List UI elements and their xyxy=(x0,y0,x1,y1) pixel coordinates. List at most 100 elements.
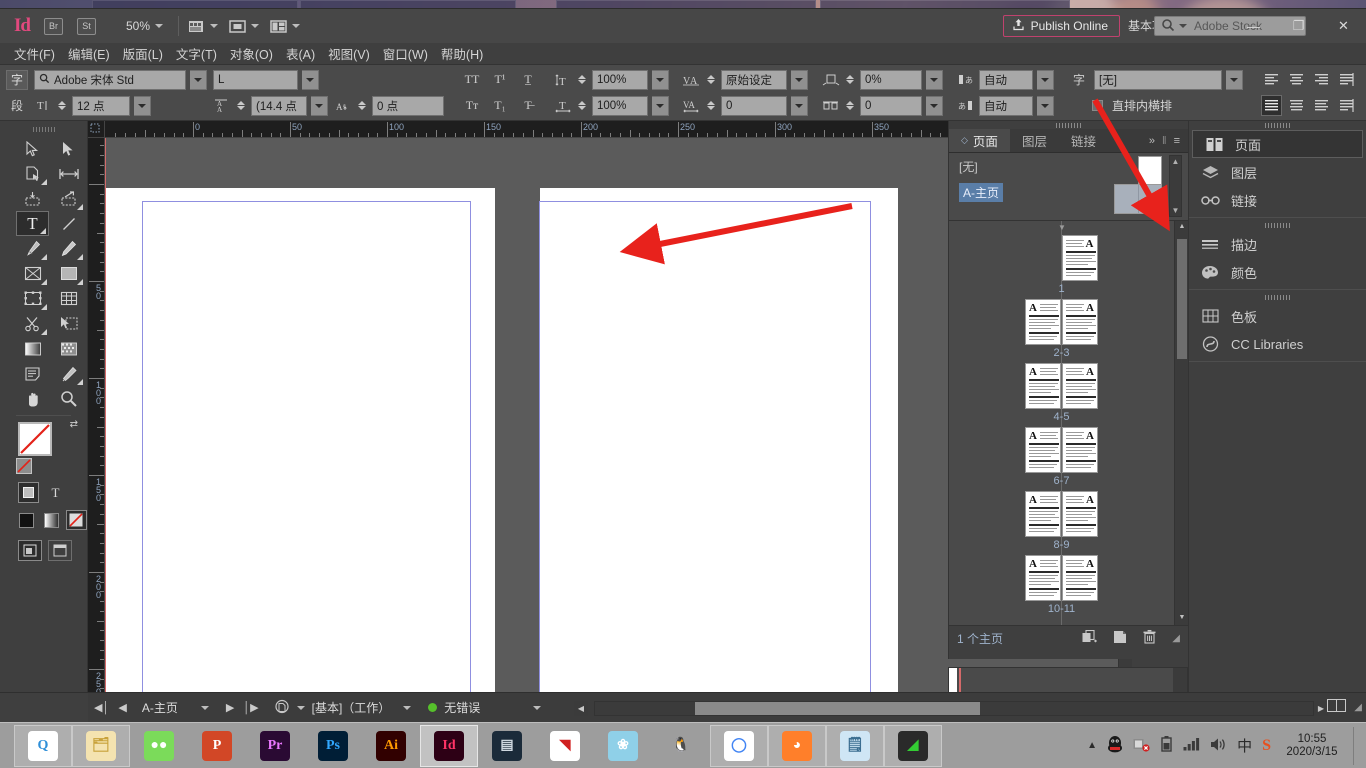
taskbar-item-firefox[interactable]: ◕ xyxy=(768,724,826,767)
panel-overflow-icon[interactable]: » xyxy=(1149,135,1155,147)
chevron-down-icon[interactable] xyxy=(403,705,412,710)
free-transform-tool[interactable] xyxy=(16,286,49,311)
scroll-thumb[interactable] xyxy=(695,702,980,715)
page-thumbnail[interactable]: A xyxy=(1025,555,1061,601)
taskbar-item-powerpoint[interactable]: P xyxy=(188,725,246,767)
minimize-button[interactable]: — xyxy=(1231,9,1276,43)
tsume-stepper[interactable] xyxy=(844,70,856,90)
dock-gripper[interactable] xyxy=(1189,121,1366,130)
subscript-button[interactable]: T₁ xyxy=(488,98,512,113)
font-family-field[interactable]: Adobe 宋体 Std xyxy=(34,69,186,90)
maximize-button[interactable]: ❐ xyxy=(1276,9,1321,43)
strikethrough-button[interactable]: T̶ xyxy=(516,98,540,113)
resize-grip-icon[interactable]: ◢ xyxy=(1354,702,1362,713)
ime-chinese-icon[interactable]: 中 xyxy=(1237,735,1252,756)
content-collector-tool[interactable] xyxy=(16,186,49,211)
ruler-origin[interactable] xyxy=(88,121,105,138)
arrange-documents-button[interactable] xyxy=(270,19,301,34)
all-caps-button[interactable]: TT xyxy=(460,72,484,87)
page-thumbnail[interactable]: A xyxy=(1025,363,1061,409)
taskbar-item-chrome[interactable]: ◯ xyxy=(710,724,768,767)
menu-type[interactable]: 文字(T) xyxy=(176,44,217,63)
fill-swatch[interactable] xyxy=(18,422,52,456)
horizontal-scale-stepper[interactable] xyxy=(576,96,588,116)
page-tool[interactable] xyxy=(16,161,49,186)
chevron-down-icon[interactable] xyxy=(296,705,305,710)
network-error-icon[interactable] xyxy=(1133,737,1150,755)
align-toward-spine-button[interactable] xyxy=(1286,95,1307,116)
preflight-icon[interactable] xyxy=(275,699,290,717)
page-number-field[interactable]: A-主页 xyxy=(136,699,192,716)
spread-item[interactable]: A A 2-3 xyxy=(949,299,1174,359)
leading-field[interactable]: (14.4 点 xyxy=(251,95,307,116)
page-thumbnail[interactable]: A xyxy=(1062,491,1098,537)
prev-page-button[interactable]: ◀ xyxy=(118,701,126,714)
type-tool[interactable]: T xyxy=(16,211,49,236)
tsume-dropdown[interactable] xyxy=(926,69,943,90)
horizontal-scrollbar[interactable] xyxy=(594,701,1314,716)
gap-tool[interactable] xyxy=(52,161,85,186)
tate-chu-yoko-checkbox[interactable] xyxy=(1092,100,1103,111)
spread-item[interactable]: A A 8-9 xyxy=(949,491,1174,551)
vertical-scale-dropdown[interactable] xyxy=(652,69,669,90)
page-thumbnail[interactable]: A xyxy=(1025,491,1061,537)
align-center-button[interactable] xyxy=(1286,69,1307,90)
show-hidden-icons-icon[interactable]: ▲ xyxy=(1087,740,1097,751)
char-spacing-stepper[interactable] xyxy=(844,96,856,116)
taskbar-item-photoshop[interactable]: Ps xyxy=(304,725,362,767)
line-tool[interactable] xyxy=(52,211,85,236)
char-rotation-field[interactable]: 自动 xyxy=(979,95,1033,116)
taskbar-item-indesign[interactable]: Id xyxy=(420,724,478,767)
hscroll-left-arrow[interactable]: ◀ xyxy=(574,701,588,716)
char-style-field[interactable]: [无] xyxy=(1094,69,1222,90)
master-pages-list[interactable]: [无] A-主页 ▲ ▼ xyxy=(949,153,1188,221)
apply-color-button[interactable] xyxy=(16,510,37,530)
vertical-scale-stepper[interactable] xyxy=(576,70,588,90)
tracking-dropdown[interactable] xyxy=(791,95,808,116)
taskbar-item-foxit-reader[interactable]: ◥ xyxy=(536,725,594,767)
align-away-spine-button[interactable] xyxy=(1311,95,1332,116)
font-size-dropdown[interactable] xyxy=(134,95,151,116)
volume-icon[interactable] xyxy=(1210,737,1227,755)
align-left-button[interactable] xyxy=(1261,69,1282,90)
taskbar-item-file-explorer[interactable]: 🗂 xyxy=(72,724,130,767)
dock-item-stroke[interactable]: 描边 xyxy=(1189,230,1366,258)
dock-item-swatches[interactable]: 色板 xyxy=(1189,302,1366,330)
font-family-dropdown[interactable] xyxy=(190,69,207,90)
align-right-button[interactable] xyxy=(1311,69,1332,90)
pen-tool[interactable] xyxy=(16,236,49,261)
new-page-icon[interactable] xyxy=(1113,630,1127,647)
menu-file[interactable]: 文件(F) xyxy=(14,44,55,63)
delete-page-icon[interactable] xyxy=(1143,630,1156,647)
char-spacing-field[interactable]: 0 xyxy=(860,95,922,116)
gradient-swatch-tool[interactable] xyxy=(16,336,49,361)
taskbar-item-wechat[interactable]: ●● xyxy=(130,725,188,767)
zoom-tool[interactable] xyxy=(52,386,85,411)
kerning-field[interactable]: 原始设定 xyxy=(721,69,787,90)
page-thumbnail[interactable]: A xyxy=(1062,299,1098,345)
taskbar-item-green-app[interactable]: ◢ xyxy=(884,724,942,767)
dock-gripper[interactable] xyxy=(1189,221,1366,230)
screen-mode-button[interactable] xyxy=(229,19,260,34)
qq-tray-icon[interactable] xyxy=(1107,735,1123,756)
format-affects-container-button[interactable] xyxy=(18,482,39,503)
master-list-scrollbar[interactable]: ▲ ▼ xyxy=(1169,155,1182,217)
spread-item[interactable]: A1 xyxy=(949,235,1174,295)
justify-last-right-button[interactable] xyxy=(1336,95,1357,116)
baseline-shift-stepper[interactable] xyxy=(356,96,368,116)
resize-grip-icon[interactable]: ◢ xyxy=(1172,633,1180,644)
menu-edit[interactable]: 编辑(E) xyxy=(68,44,110,63)
dock-item-layers[interactable]: 图层 xyxy=(1189,158,1366,186)
taskbar-item-notepad[interactable]: 🗒 xyxy=(826,724,884,767)
normal-view-mode-button[interactable] xyxy=(18,540,42,561)
char-spacing-dropdown[interactable] xyxy=(926,95,943,116)
battery-icon[interactable] xyxy=(1160,736,1173,755)
spread-view-icon[interactable] xyxy=(1327,699,1347,716)
menu-object[interactable]: 对象(O) xyxy=(230,44,273,63)
dock-item-cc-libraries[interactable]: CC Libraries xyxy=(1189,330,1366,358)
scroll-up-arrow[interactable]: ▲ xyxy=(1172,157,1180,166)
signal-icon[interactable] xyxy=(1183,737,1200,754)
grid-align-field[interactable]: 自动 xyxy=(979,69,1033,90)
scroll-down-arrow[interactable]: ▼ xyxy=(1172,206,1180,215)
dock-gripper[interactable] xyxy=(1189,293,1366,302)
